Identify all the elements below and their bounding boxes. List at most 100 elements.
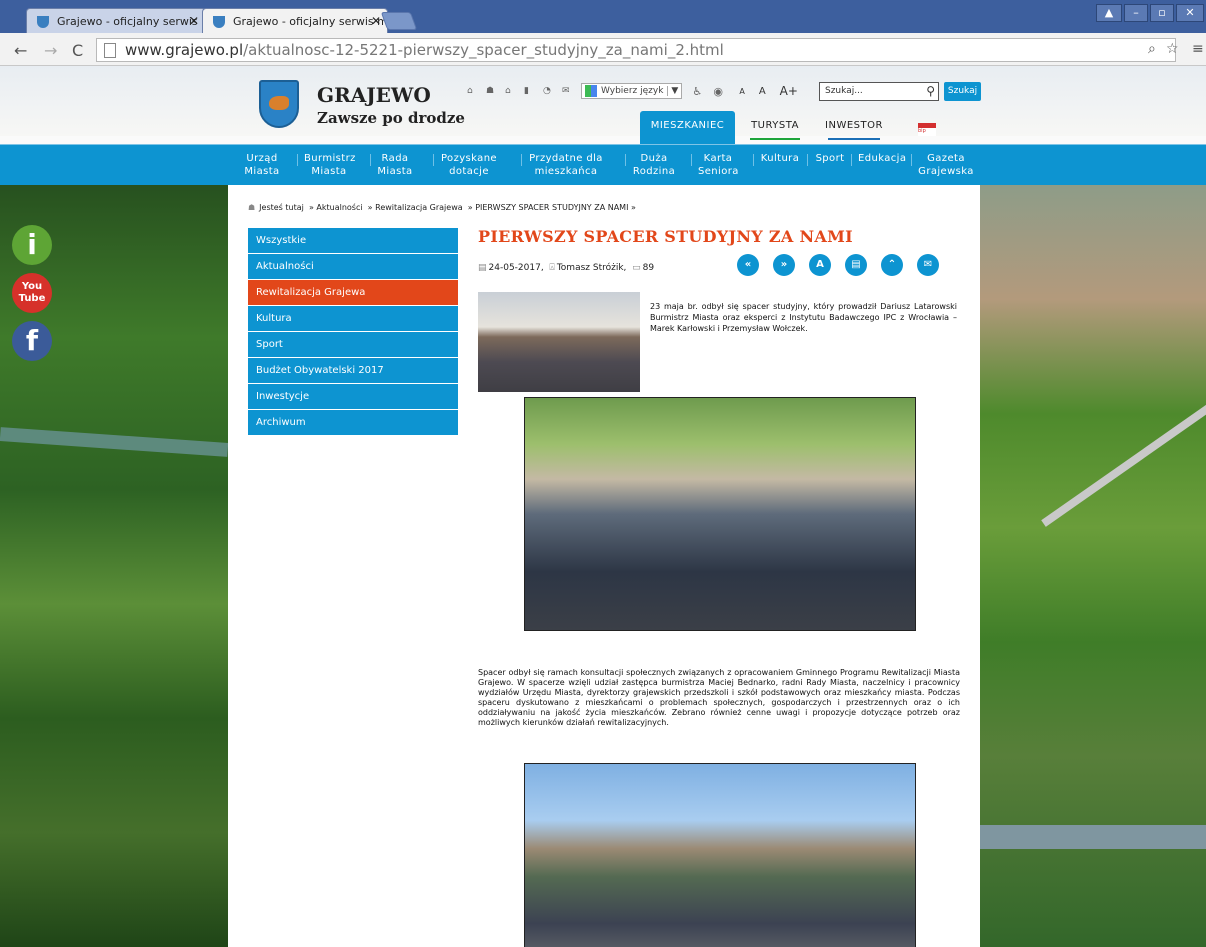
site-header: GRAJEWO Zawsze po drodze ⌂ ☗ ⌂ ▮ ◔ ✉ Wyb… xyxy=(0,66,1206,144)
browser-tab-active[interactable]: Grajewo - oficjalny serwis mi ✕ xyxy=(202,8,388,33)
bookmark-star-icon[interactable]: ☆ xyxy=(1166,41,1179,57)
zoom-icon[interactable]: ⌕ xyxy=(1148,41,1156,57)
toolbar: ⌂ ☗ ⌂ ▮ ◔ ✉ Wybierz język ▼ ♿ ◉ A A A+ xyxy=(467,83,798,99)
tab-mieszkaniec[interactable]: MIESZKANIEC xyxy=(640,111,735,144)
contrast-icon[interactable]: ◉ xyxy=(713,86,725,97)
menu-item-kultura[interactable]: Kultura xyxy=(753,152,800,166)
minimize-button[interactable]: – xyxy=(1124,4,1148,22)
address-bar[interactable]: www.grajewo.pl/aktualnosc-12-5221-pierws… xyxy=(96,38,1176,62)
mobile-icon[interactable]: ▮ xyxy=(524,86,533,96)
tab-turysta[interactable]: TURYSTA xyxy=(740,111,810,144)
facebook-icon[interactable]: f xyxy=(12,321,52,361)
bip-logo[interactable]: bip xyxy=(918,123,936,136)
breadcrumb-link[interactable]: Rewitalizacja Grajewa xyxy=(375,203,463,212)
article-date: 24-05-2017, xyxy=(488,263,544,273)
omnibox-bar: ← → C www.grajewo.pl/aktualnosc-12-5221-… xyxy=(0,33,1206,66)
article-thumbnail-photo[interactable] xyxy=(478,292,640,392)
article-body: Spacer odbył się ramach konsultacji społ… xyxy=(478,668,960,727)
article-views: 89 xyxy=(642,263,655,273)
menu-item-karta-seniora[interactable]: Karta Seniora xyxy=(691,152,739,178)
breadcrumb-link[interactable]: Aktualności xyxy=(316,203,362,212)
page-icon xyxy=(104,43,116,58)
sidebar-item-inwestycje[interactable]: Inwestycje xyxy=(248,384,458,409)
background-landscape-right xyxy=(980,185,1206,947)
sidebar-item-aktualnosci[interactable]: Aktualności xyxy=(248,254,458,279)
sidebar-item-rewitalizacja[interactable]: Rewitalizacja Grajewa xyxy=(248,280,458,305)
main-menu: Urząd Miasta Burmistrz Miasta Rada Miasta P… xyxy=(0,144,1206,185)
menu-item-label: Sport xyxy=(815,153,845,164)
new-tab-button[interactable] xyxy=(380,12,418,30)
menu-item-label: Seniora xyxy=(698,166,739,177)
sidebar-item-kultura[interactable]: Kultura xyxy=(248,306,458,331)
article-intro: 23 maja br. odbył się spacer studyjny, k… xyxy=(650,302,957,333)
calendar-icon: ▤ xyxy=(478,263,487,273)
url-domain: www.grajewo.pl xyxy=(125,41,244,59)
menu-item-przydatne[interactable]: Przydatne dla mieszkańca xyxy=(521,152,604,178)
menu-item-edukacja[interactable]: Edukacja xyxy=(851,152,906,166)
menu-item-label: Rada xyxy=(381,153,409,164)
home-icon[interactable]: ⌂ xyxy=(467,86,476,96)
rss-icon[interactable]: ◔ xyxy=(543,86,552,96)
content-panel: ☗ Jesteś tutaj » Aktualności » Rewitaliza… xyxy=(228,185,980,947)
search-placeholder: Szukaj... xyxy=(825,86,863,96)
close-window-button[interactable]: ✕ xyxy=(1176,4,1204,22)
menu-item-burmistrz[interactable]: Burmistrz Miasta xyxy=(297,152,355,178)
sidebar-item-archiwum[interactable]: Archiwum xyxy=(248,410,458,435)
menu-item-label: Urząd xyxy=(246,153,278,164)
tab-inwestor[interactable]: INWESTOR xyxy=(818,111,890,144)
menu-item-label: dotacje xyxy=(449,166,489,177)
font-medium-button[interactable]: A xyxy=(759,86,766,97)
breadcrumb: ☗ Jesteś tutaj » Aktualności » Rewitaliza… xyxy=(248,203,636,212)
article-photo[interactable] xyxy=(524,763,916,947)
sidebar-item-budzet[interactable]: Budżet Obywatelski 2017 xyxy=(248,358,458,383)
sidebar-item-sport[interactable]: Sport xyxy=(248,332,458,357)
user-icon[interactable]: ▲ xyxy=(1096,4,1122,22)
sidebar-item-wszystkie[interactable]: Wszystkie xyxy=(248,228,458,253)
back-icon[interactable]: ← xyxy=(14,41,27,60)
menu-item-sport[interactable]: Sport xyxy=(807,152,846,166)
breadcrumb-current[interactable]: PIERWSZY SPACER STUDYJNY ZA NAMI xyxy=(475,203,628,212)
language-select[interactable]: Wybierz język ▼ xyxy=(581,83,683,99)
mail-icon[interactable]: ✉ xyxy=(562,86,571,96)
menu-item-rada[interactable]: Rada Miasta xyxy=(370,152,413,178)
browser-tab[interactable]: Grajewo - oficjalny serwis mi ✕ xyxy=(26,8,206,33)
web-page: GRAJEWO Zawsze po drodze ⌂ ☗ ⌂ ▮ ◔ ✉ Wyb… xyxy=(0,66,1206,947)
font-large-button[interactable]: A+ xyxy=(780,84,798,98)
print-icon[interactable]: ▤ xyxy=(845,254,867,276)
pdf-icon[interactable]: A xyxy=(809,254,831,276)
menu-item-duza-rodzina[interactable]: Duża Rodzina xyxy=(625,152,676,178)
search-input[interactable]: Szukaj... ⚲ xyxy=(819,82,939,101)
info-icon[interactable]: i xyxy=(12,225,52,265)
email-icon[interactable]: ✉ xyxy=(917,254,939,276)
youtube-icon[interactable]: You Tube xyxy=(12,273,52,313)
tab-title: Grajewo - oficjalny serwis mi xyxy=(233,15,388,28)
forward-icon[interactable]: → xyxy=(44,41,57,60)
menu-icon[interactable]: ≡ xyxy=(1192,41,1204,57)
coat-of-arms-logo[interactable] xyxy=(259,80,299,128)
search-icon[interactable]: ⚲ xyxy=(926,84,935,99)
start-page-icon[interactable]: ⌂ xyxy=(505,86,514,96)
next-icon[interactable]: » xyxy=(773,254,795,276)
article-photo[interactable] xyxy=(524,397,916,631)
author-icon: ⍓ xyxy=(549,263,555,273)
menu-item-label: Duża xyxy=(640,153,668,164)
search-button[interactable]: Szukaj xyxy=(944,82,981,101)
google-translate-icon xyxy=(585,85,597,97)
previous-icon[interactable]: « xyxy=(737,254,759,276)
scroll-up-icon[interactable]: ⌃ xyxy=(881,254,903,276)
reload-icon[interactable]: C xyxy=(72,41,83,60)
font-small-button[interactable]: A xyxy=(739,87,744,96)
sitemap-icon[interactable]: ☗ xyxy=(486,86,495,96)
browser-tabstrip: Grajewo - oficjalny serwis mi ✕ Grajewo … xyxy=(0,0,1206,33)
logo-title[interactable]: GRAJEWO xyxy=(317,83,431,107)
accessibility-icon[interactable]: ♿ xyxy=(692,86,703,97)
language-label: Wybierz język xyxy=(601,86,664,96)
menu-item-dotacje[interactable]: Pozyskane dotacje xyxy=(433,152,498,178)
logo-subtitle[interactable]: Zawsze po drodze xyxy=(317,109,465,127)
close-icon[interactable]: ✕ xyxy=(371,9,381,33)
menu-item-urzad[interactable]: Urząd Miasta xyxy=(244,152,280,178)
menu-item-gazeta[interactable]: Gazeta Grajewska xyxy=(911,152,974,178)
close-icon[interactable]: ✕ xyxy=(189,9,199,33)
maximize-button[interactable]: ▫ xyxy=(1150,4,1174,22)
menu-item-label: Grajewska xyxy=(918,166,974,177)
